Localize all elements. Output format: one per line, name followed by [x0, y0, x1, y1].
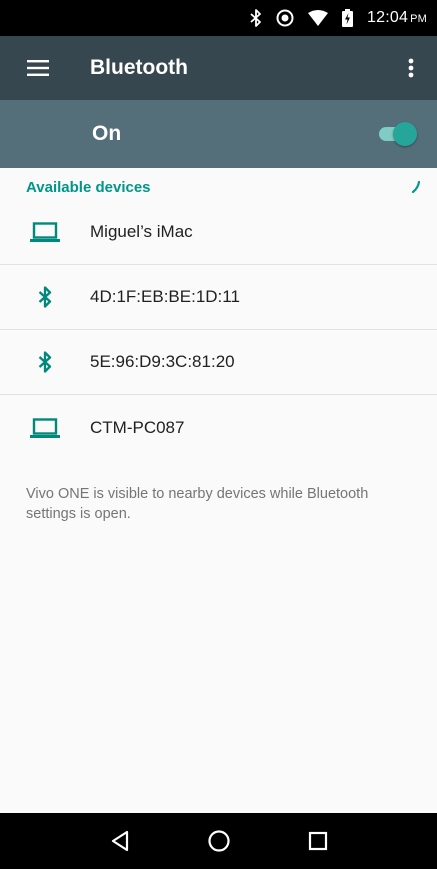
battery-icon	[342, 9, 354, 27]
home-icon	[207, 830, 230, 852]
bluetooth-toggle[interactable]	[375, 122, 417, 146]
system-navigation-bar	[0, 813, 437, 869]
bluetooth-switch-bar[interactable]: On	[0, 100, 437, 168]
scanning-spinner-icon	[411, 181, 421, 193]
device-row[interactable]: 5E:96:D9:3C:81:20	[0, 330, 437, 395]
do-not-disturb-icon	[276, 9, 294, 27]
home-button[interactable]	[189, 813, 249, 869]
section-title: Available devices	[26, 178, 151, 196]
device-name: CTM-PC087	[90, 417, 185, 437]
back-icon	[111, 830, 128, 852]
bluetooth-icon	[22, 351, 68, 373]
recents-button[interactable]	[288, 813, 348, 869]
device-row[interactable]: CTM-PC087	[0, 395, 437, 460]
bluetooth-status-icon	[250, 9, 262, 27]
laptop-icon	[22, 417, 68, 438]
visibility-info-text: Vivo ONE is visible to nearby devices wh…	[26, 486, 369, 522]
navigation-menu-button[interactable]	[8, 36, 68, 100]
page-title: Bluetooth	[90, 56, 188, 79]
switch-state-label: On	[92, 122, 122, 145]
device-name: 4D:1F:EB:BE:1D:11	[90, 287, 240, 306]
status-bar: 12:04 PM	[0, 0, 437, 36]
device-name: 5E:96:D9:3C:81:20	[90, 352, 235, 371]
app-toolbar: Bluetooth	[0, 36, 437, 100]
recents-icon	[308, 831, 327, 851]
status-clock: 12:04 PM	[367, 9, 427, 26]
more-vert-icon	[408, 58, 414, 78]
device-name: Miguel’s iMac	[90, 222, 193, 241]
bluetooth-icon	[22, 286, 68, 308]
back-button[interactable]	[90, 813, 150, 869]
wifi-icon	[308, 10, 329, 26]
device-list: Miguel’s iMac 4D:1F:EB:BE:1D:11 5E:96:D9…	[0, 200, 437, 460]
device-row[interactable]: Miguel’s iMac	[0, 200, 437, 265]
toggle-thumb	[393, 122, 417, 146]
laptop-icon	[22, 222, 68, 242]
hamburger-menu-icon	[27, 60, 49, 76]
more-options-button[interactable]	[389, 36, 433, 100]
device-row[interactable]: 4D:1F:EB:BE:1D:11	[0, 265, 437, 330]
